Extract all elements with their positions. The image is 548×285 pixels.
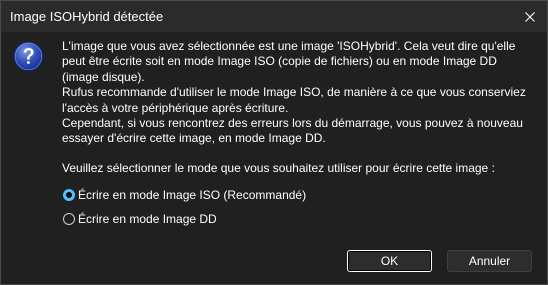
radio-option-dd[interactable]: Écrire en mode Image DD (63, 211, 217, 227)
close-icon (525, 12, 535, 22)
message-paragraph: L'image que vous avez sélectionnée est u… (62, 39, 516, 84)
title-bar: Image ISOHybrid détectée (1, 1, 547, 32)
radio-option-iso[interactable]: Écrire en mode Image ISO (Recommandé) (63, 187, 306, 203)
dialog-content: L'image que vous avez sélectionnée est u… (1, 32, 547, 239)
radio-button-selected[interactable] (63, 189, 75, 201)
close-button[interactable] (521, 8, 539, 26)
dialog-message: L'image que vous avez sélectionnée est u… (62, 39, 534, 147)
question-icon (13, 41, 44, 72)
mode-prompt: Veuillez sélectionner le mode que vous s… (62, 161, 495, 175)
dialog-window: Image ISOHybrid détectée L'image que vou… (0, 0, 548, 285)
message-paragraph: Cependant, si vous rencontrez des erreur… (62, 116, 523, 146)
ok-button[interactable]: OK (347, 250, 432, 272)
cancel-button[interactable]: Annuler (447, 250, 532, 272)
radio-button-unselected[interactable] (63, 213, 75, 225)
radio-label-dd[interactable]: Écrire en mode Image DD (78, 212, 217, 226)
message-paragraph: Rufus recommande d'utiliser le mode Imag… (62, 85, 526, 115)
radio-label-iso[interactable]: Écrire en mode Image ISO (Recommandé) (78, 188, 306, 202)
window-title: Image ISOHybrid détectée (10, 9, 164, 24)
dialog-footer: OK Annuler (1, 239, 547, 284)
